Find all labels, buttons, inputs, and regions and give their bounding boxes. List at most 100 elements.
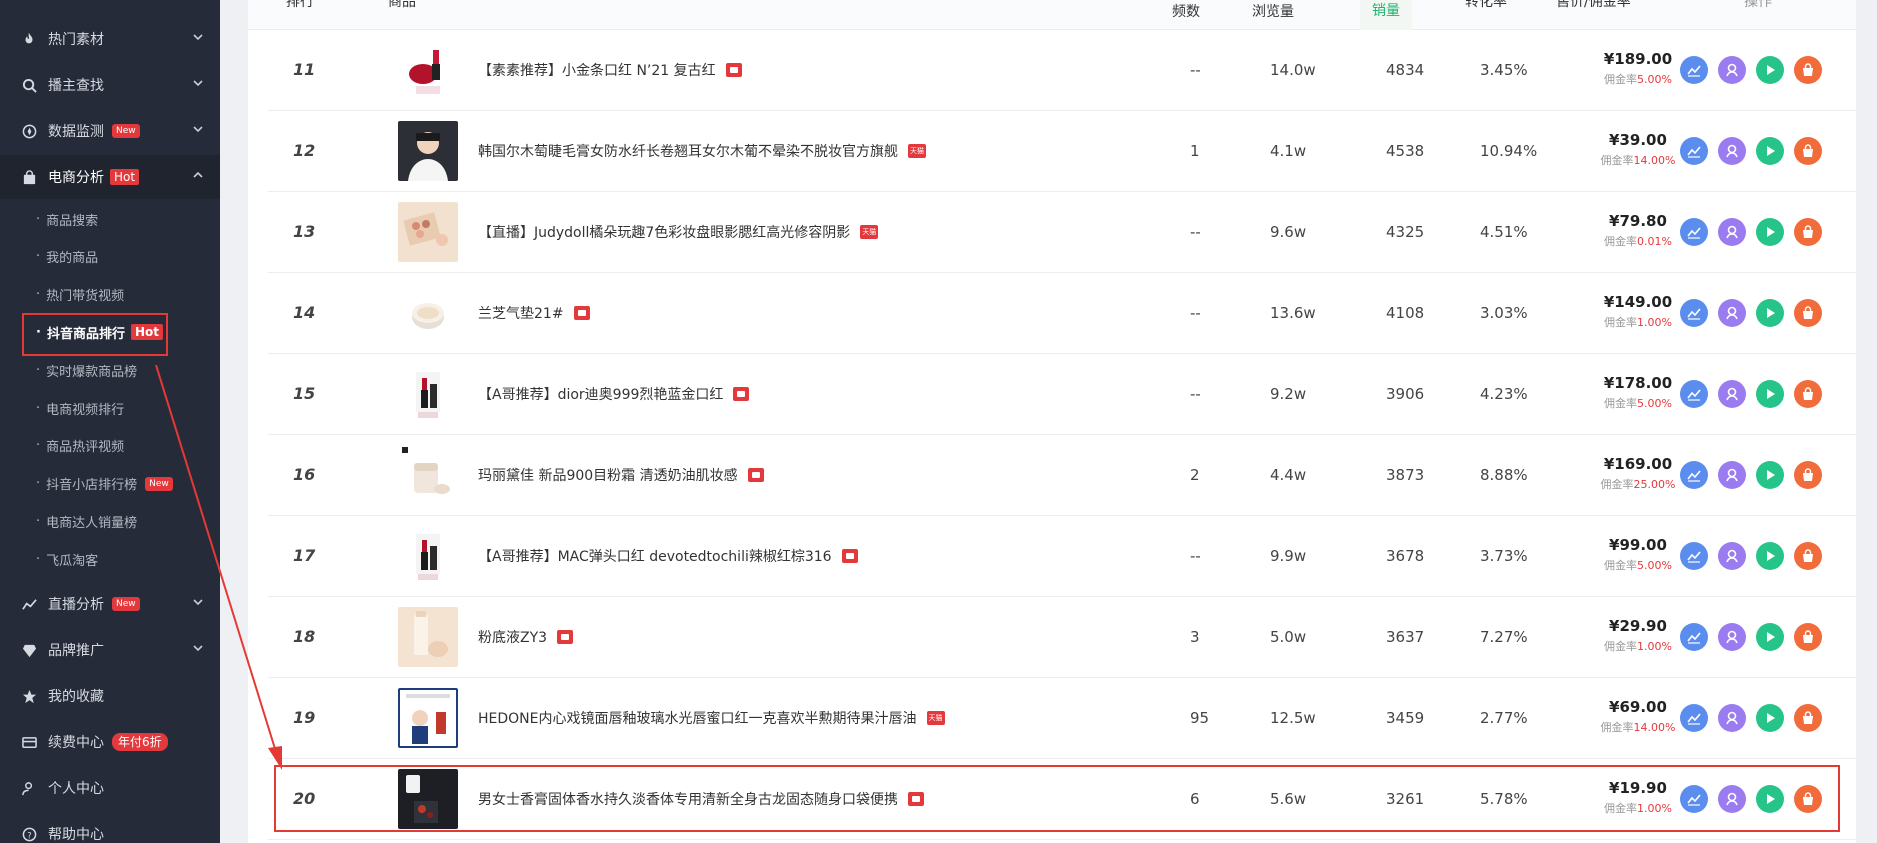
- header-sales[interactable]: 销量: [1360, 0, 1412, 30]
- streamer-button[interactable]: [1718, 623, 1746, 651]
- search-icon: [20, 76, 38, 94]
- product-thumbnail[interactable]: [398, 526, 458, 586]
- shop-button[interactable]: [1794, 218, 1822, 246]
- sidebar-subitem-1[interactable]: · 我的商品: [36, 243, 98, 271]
- table-row[interactable]: 19 HEDONE内心戏镜面唇釉玻璃水光唇蜜口红一克喜欢半勲期待果汁唇油 天猫 95 1…: [268, 678, 1856, 759]
- product-name[interactable]: 【A哥推荐】dior迪奥999烈艳蓝金口红: [478, 384, 750, 404]
- price-block: ¥169.00 佣金率25.00%: [1588, 455, 1688, 492]
- table-row[interactable]: 13 【直播】Judydoll橘朵玩趣7色彩妆盘眼影腮红高光修容阴影 天猫 -- 9.6…: [268, 192, 1856, 273]
- shop-button[interactable]: [1794, 380, 1822, 408]
- sidebar-item-6[interactable]: 我的收藏: [0, 674, 220, 718]
- product-name-text[interactable]: 韩国尔木萄睫毛膏女防水纤长卷翘耳女尔木葡不晕染不脱妆官方旗舰: [478, 141, 898, 161]
- table-row[interactable]: 12 韩国尔木萄睫毛膏女防水纤长卷翘耳女尔木葡不晕染不脱妆官方旗舰 天猫 1 4.1w 4…: [268, 111, 1856, 192]
- header-rank[interactable]: 排行: [286, 0, 314, 22]
- sidebar-item-1[interactable]: 播主查找: [0, 63, 220, 107]
- play-video-button[interactable]: [1756, 299, 1784, 327]
- sidebar-subitem-9[interactable]: · 飞瓜淘客: [36, 545, 98, 573]
- streamer-button[interactable]: [1718, 218, 1746, 246]
- product-thumbnail[interactable]: [398, 121, 458, 181]
- shop-button[interactable]: [1794, 542, 1822, 570]
- trend-chart-button[interactable]: [1680, 218, 1708, 246]
- play-video-button[interactable]: [1756, 704, 1784, 732]
- streamer-button[interactable]: [1718, 461, 1746, 489]
- shop-button[interactable]: [1794, 461, 1822, 489]
- trend-chart-button[interactable]: [1680, 542, 1708, 570]
- play-video-button[interactable]: [1756, 218, 1784, 246]
- product-thumbnail[interactable]: [398, 202, 458, 262]
- play-video-button[interactable]: [1756, 137, 1784, 165]
- trend-chart-button[interactable]: [1680, 623, 1708, 651]
- sidebar-item-3[interactable]: 电商分析 Hot: [0, 155, 220, 199]
- product-name-text[interactable]: 【A哥推荐】dior迪奥999烈艳蓝金口红: [478, 384, 723, 404]
- product-name[interactable]: 兰芝气垫21#: [478, 303, 590, 323]
- shop-button[interactable]: [1794, 704, 1822, 732]
- streamer-button[interactable]: [1718, 542, 1746, 570]
- table-row[interactable]: 16 玛丽黛佳 新品900目粉霜 清透奶油肌妆感 2 4.4w 3873 8.88% ¥16…: [268, 435, 1856, 516]
- shop-button[interactable]: [1794, 623, 1822, 651]
- product-name-text[interactable]: 【A哥推荐】MAC弹头口红 devotedtochili辣椒红棕316: [478, 546, 832, 566]
- product-name-text[interactable]: 玛丽黛佳 新品900目粉霜 清透奶油肌妆感: [478, 465, 738, 485]
- product-thumbnail[interactable]: [398, 283, 458, 343]
- play-video-button[interactable]: [1756, 461, 1784, 489]
- sidebar-subitem-8[interactable]: · 电商达人销量榜: [36, 507, 137, 535]
- product-name[interactable]: 粉底液ZY3: [478, 627, 574, 647]
- play-video-button[interactable]: [1756, 380, 1784, 408]
- sidebar-item-2[interactable]: 数据监测 New: [0, 109, 220, 153]
- product-name[interactable]: 【素素推荐】小金条口红 N’21 复古红: [478, 60, 742, 80]
- product-name-text[interactable]: 【素素推荐】小金条口红 N’21 复古红: [478, 60, 716, 80]
- shop-button[interactable]: [1794, 56, 1822, 84]
- product-name[interactable]: 玛丽黛佳 新品900目粉霜 清透奶油肌妆感: [478, 465, 764, 485]
- header-views[interactable]: 浏览量: [1252, 2, 1294, 32]
- table-row[interactable]: 15 【A哥推荐】dior迪奥999烈艳蓝金口红 -- 9.2w 3906 4.23% ¥1…: [268, 354, 1856, 435]
- product-name[interactable]: HEDONE内心戏镜面唇釉玻璃水光唇蜜口红一克喜欢半勲期待果汁唇油 天猫: [478, 708, 945, 728]
- play-video-button[interactable]: [1756, 623, 1784, 651]
- shop-button[interactable]: [1794, 299, 1822, 327]
- product-thumbnail[interactable]: [398, 688, 458, 748]
- sidebar-subitem-7[interactable]: · 抖音小店排行榜 New: [36, 470, 173, 498]
- product-name[interactable]: 【A哥推荐】MAC弹头口红 devotedtochili辣椒红棕316: [478, 546, 858, 566]
- streamer-button[interactable]: [1718, 137, 1746, 165]
- streamer-button[interactable]: [1718, 56, 1746, 84]
- shop-button[interactable]: [1794, 137, 1822, 165]
- sidebar-subitem-4[interactable]: · 实时爆款商品榜: [36, 356, 137, 384]
- trend-chart-button[interactable]: [1680, 56, 1708, 84]
- streamer-button[interactable]: [1718, 299, 1746, 327]
- sidebar-item-9[interactable]: ? 帮助中心: [0, 812, 220, 843]
- product-name[interactable]: 韩国尔木萄睫毛膏女防水纤长卷翘耳女尔木葡不晕染不脱妆官方旗舰 天猫: [478, 141, 926, 161]
- product-name-text[interactable]: 粉底液ZY3: [478, 627, 547, 647]
- sidebar-item-8[interactable]: 个人中心: [0, 766, 220, 810]
- table-row[interactable]: 17 【A哥推荐】MAC弹头口红 devotedtochili辣椒红棕316 -- 9…: [268, 516, 1856, 597]
- product-thumbnail[interactable]: [398, 40, 458, 100]
- sidebar-subitem-5[interactable]: · 电商视频排行: [36, 394, 124, 422]
- table-row[interactable]: 18 粉底液ZY3 3 5.0w 3637 7.27% ¥29.90 佣金率1.00%: [268, 597, 1856, 678]
- trend-chart-button[interactable]: [1680, 704, 1708, 732]
- sidebar-item-5[interactable]: 品牌推广: [0, 628, 220, 672]
- header-price[interactable]: 售价/佣金率: [1556, 0, 1631, 22]
- sidebar-subitem-6[interactable]: · 商品热评视频: [36, 432, 124, 460]
- sidebar-subitem-2[interactable]: · 热门带货视频: [36, 281, 124, 309]
- sidebar-item-0[interactable]: 热门素材: [0, 17, 220, 61]
- product-thumbnail[interactable]: [398, 607, 458, 667]
- product-name-text[interactable]: 【直播】Judydoll橘朵玩趣7色彩妆盘眼影腮红高光修容阴影: [478, 222, 850, 242]
- play-video-button[interactable]: [1756, 542, 1784, 570]
- streamer-button[interactable]: [1718, 380, 1746, 408]
- play-video-button[interactable]: [1756, 56, 1784, 84]
- trend-chart-button[interactable]: [1680, 461, 1708, 489]
- streamer-button[interactable]: [1718, 704, 1746, 732]
- table-row[interactable]: 11 【素素推荐】小金条口红 N’21 复古红 -- 14.0w 4834 3.45% ¥1…: [268, 30, 1856, 111]
- product-name-text[interactable]: 兰芝气垫21#: [478, 303, 564, 323]
- sidebar-item-4[interactable]: 直播分析 New: [0, 582, 220, 626]
- trend-chart-button[interactable]: [1680, 380, 1708, 408]
- badge-new: New: [112, 124, 140, 138]
- header-conversion[interactable]: 转化率: [1465, 0, 1507, 22]
- product-thumbnail[interactable]: [398, 445, 458, 505]
- product-name[interactable]: 【直播】Judydoll橘朵玩趣7色彩妆盘眼影腮红高光修容阴影 天猫: [478, 222, 879, 242]
- product-thumbnail[interactable]: [398, 364, 458, 424]
- table-row[interactable]: 14 兰芝气垫21# -- 13.6w 4108 3.03% ¥149.00 佣金率1.00%: [268, 273, 1856, 354]
- trend-chart-button[interactable]: [1680, 137, 1708, 165]
- product-name-text[interactable]: HEDONE内心戏镜面唇釉玻璃水光唇蜜口红一克喜欢半勲期待果汁唇油: [478, 708, 917, 728]
- trend-chart-button[interactable]: [1680, 299, 1708, 327]
- sidebar-item-7[interactable]: 续费中心 年付6折: [0, 720, 220, 764]
- header-freq[interactable]: 频数: [1172, 2, 1200, 32]
- sidebar-subitem-0[interactable]: · 商品搜索: [36, 205, 98, 233]
